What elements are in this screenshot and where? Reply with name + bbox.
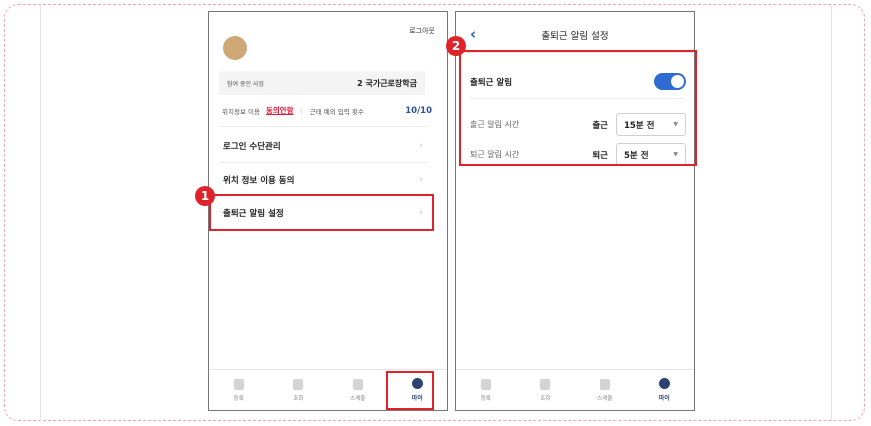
tab-register[interactable]: 등록 [209,370,269,410]
business-box: 참여 중인 사업 2 국가근로장학금 [219,71,425,95]
guide-line-left [40,5,41,421]
info-row: 위치정보 이용 동의안함 | 근태 예외 입력 횟수 10/10 [222,105,432,116]
search-doc-icon [293,378,304,390]
tab-label: 등록 [480,395,491,402]
tab-label: 마이 [658,395,670,402]
location-consent-link[interactable]: 동의안함 [266,105,294,116]
tab-label: 스케줄 [350,395,366,402]
tab-bar: 등록 조회 스케줄 마이 [456,369,694,410]
attendance-count: 10/10 [405,105,432,116]
highlight-my-tab [386,371,434,410]
info-separator: | [300,106,303,115]
tab-register[interactable]: 등록 [456,370,516,410]
calendar-icon [599,378,610,390]
tab-schedule[interactable]: 스케줄 [575,370,635,410]
highlight-alarm-settings [459,50,697,166]
tab-label: 스케줄 [597,395,613,402]
tab-label: 등록 [233,395,244,402]
tab-label: 조회 [540,395,551,402]
user-icon [658,378,670,389]
guide-line-right [831,5,832,421]
chevron-right-icon: › [419,141,423,151]
highlight-commute-menu [209,194,434,231]
business-label: 참여 중인 사업 [227,80,264,88]
tab-search[interactable]: 조회 [269,370,329,410]
step-badge-1: 1 [195,186,215,206]
tab-schedule[interactable]: 스케줄 [328,370,388,410]
tab-label: 조회 [293,395,304,402]
menu-label: 로그인 수단관리 [223,142,281,152]
logout-link[interactable]: 로그아웃 [409,26,435,36]
register-icon [480,378,491,390]
register-icon [233,378,244,390]
avatar [223,36,247,60]
menu-divider [219,162,427,163]
section-divider [219,126,427,127]
business-value: 2 국가근로장학금 [357,78,417,88]
tab-my[interactable]: 마이 [635,370,695,410]
calendar-icon [352,378,363,390]
chevron-right-icon: › [419,175,423,185]
menu-login-method[interactable]: 로그인 수단관리 › [223,140,423,152]
location-label: 위치정보 이용 [222,107,260,116]
menu-label: 위치 정보 이용 동의 [223,176,295,186]
search-doc-icon [540,378,551,390]
step-badge-2: 2 [446,36,466,56]
page-title: 출퇴근 알림 설정 [541,31,609,42]
tab-search[interactable]: 조회 [516,370,576,410]
menu-location-consent[interactable]: 위치 정보 이용 동의 › [223,174,423,186]
attendance-label: 근태 예외 입력 횟수 [309,107,364,116]
